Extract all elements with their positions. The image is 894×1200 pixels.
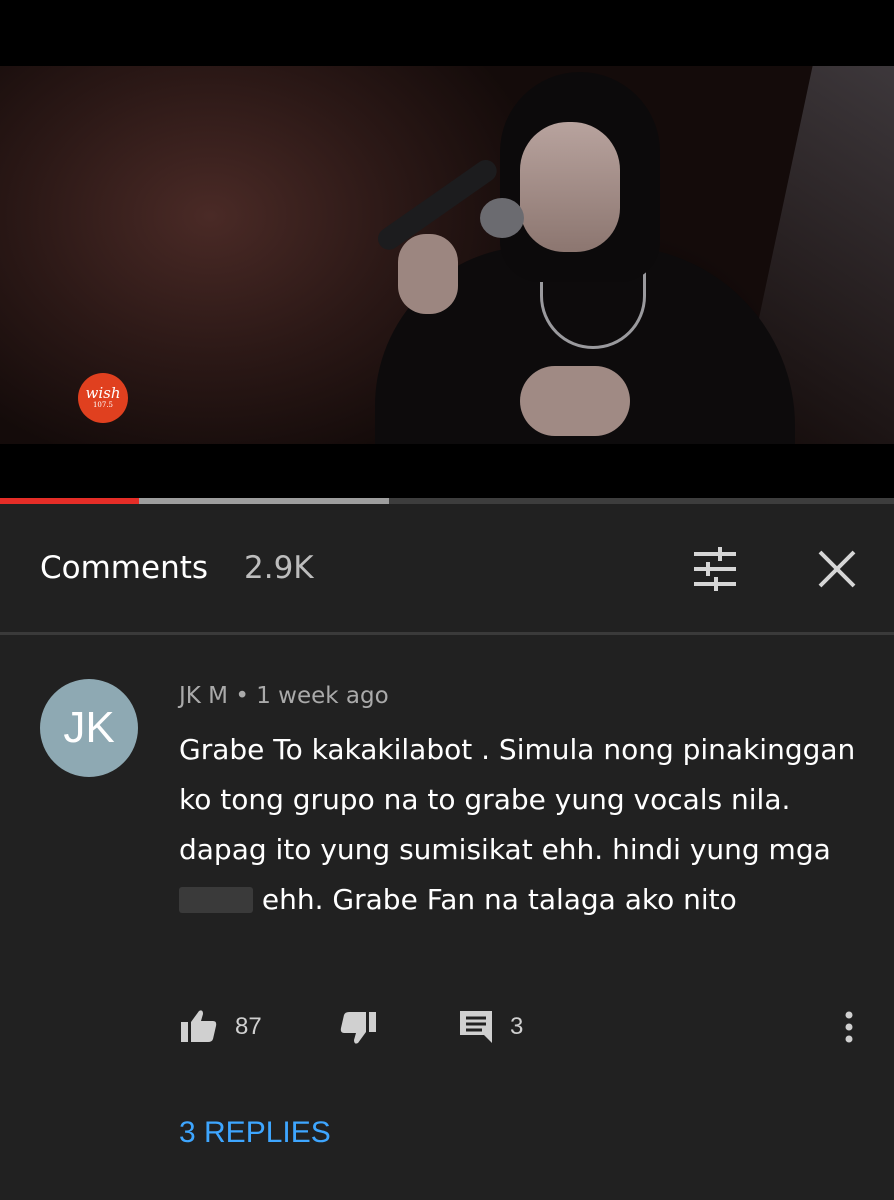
comment-text-part1: Grabe To kakakilabot . Simula nong pinak… <box>179 733 856 866</box>
avatar[interactable]: JK <box>40 679 138 777</box>
comment-icon <box>460 1011 492 1043</box>
comments-count: 2.9K <box>244 550 314 586</box>
video-frame[interactable]: wish 107.5 <box>0 66 894 444</box>
wish-logo-subtext: 107.5 <box>92 401 114 409</box>
wish-logo: wish 107.5 <box>78 373 128 423</box>
comment-text-part2: ehh. Grabe Fan na talaga ako nito <box>261 883 737 916</box>
more-options-button[interactable] <box>838 1005 860 1049</box>
video-player[interactable]: wish 107.5 <box>0 0 894 504</box>
like-count: 87 <box>235 1013 262 1040</box>
like-button[interactable]: 87 <box>179 1005 262 1049</box>
singer-face <box>520 122 620 252</box>
reply-count: 3 <box>510 1013 524 1040</box>
thumbs-up-icon <box>181 1010 217 1042</box>
close-icon[interactable] <box>812 544 862 594</box>
comments-header: Comments 2.9K <box>0 504 894 635</box>
comment-time: 1 week ago <box>256 683 389 709</box>
view-replies-link[interactable]: 3 REPLIES <box>179 1116 331 1150</box>
censor-block <box>179 887 253 913</box>
singer-hand-chest <box>520 366 630 436</box>
comment-item: JK JK M • 1 week ago Grabe To kakakilabo… <box>0 635 894 1200</box>
microphone-head <box>480 198 524 238</box>
comment-author[interactable]: JK M <box>179 683 228 709</box>
meta-separator: • <box>235 683 257 709</box>
wish-logo-text: wish <box>85 384 121 402</box>
thumbs-down-icon <box>340 1012 376 1044</box>
comments-title: Comments <box>40 550 209 586</box>
comment-meta: JK M • 1 week ago <box>179 683 389 709</box>
comment-actions: 87 3 <box>0 1005 894 1055</box>
dislike-button[interactable] <box>338 1005 378 1049</box>
sort-sliders-icon[interactable] <box>690 544 740 594</box>
comment-text: Grabe To kakakilabot . Simula nong pinak… <box>179 725 869 925</box>
reply-button[interactable]: 3 <box>458 1005 523 1049</box>
singer-hand-mic <box>398 234 458 314</box>
avatar-initials: JK <box>63 703 115 752</box>
vertical-dots-icon <box>845 1011 853 1043</box>
